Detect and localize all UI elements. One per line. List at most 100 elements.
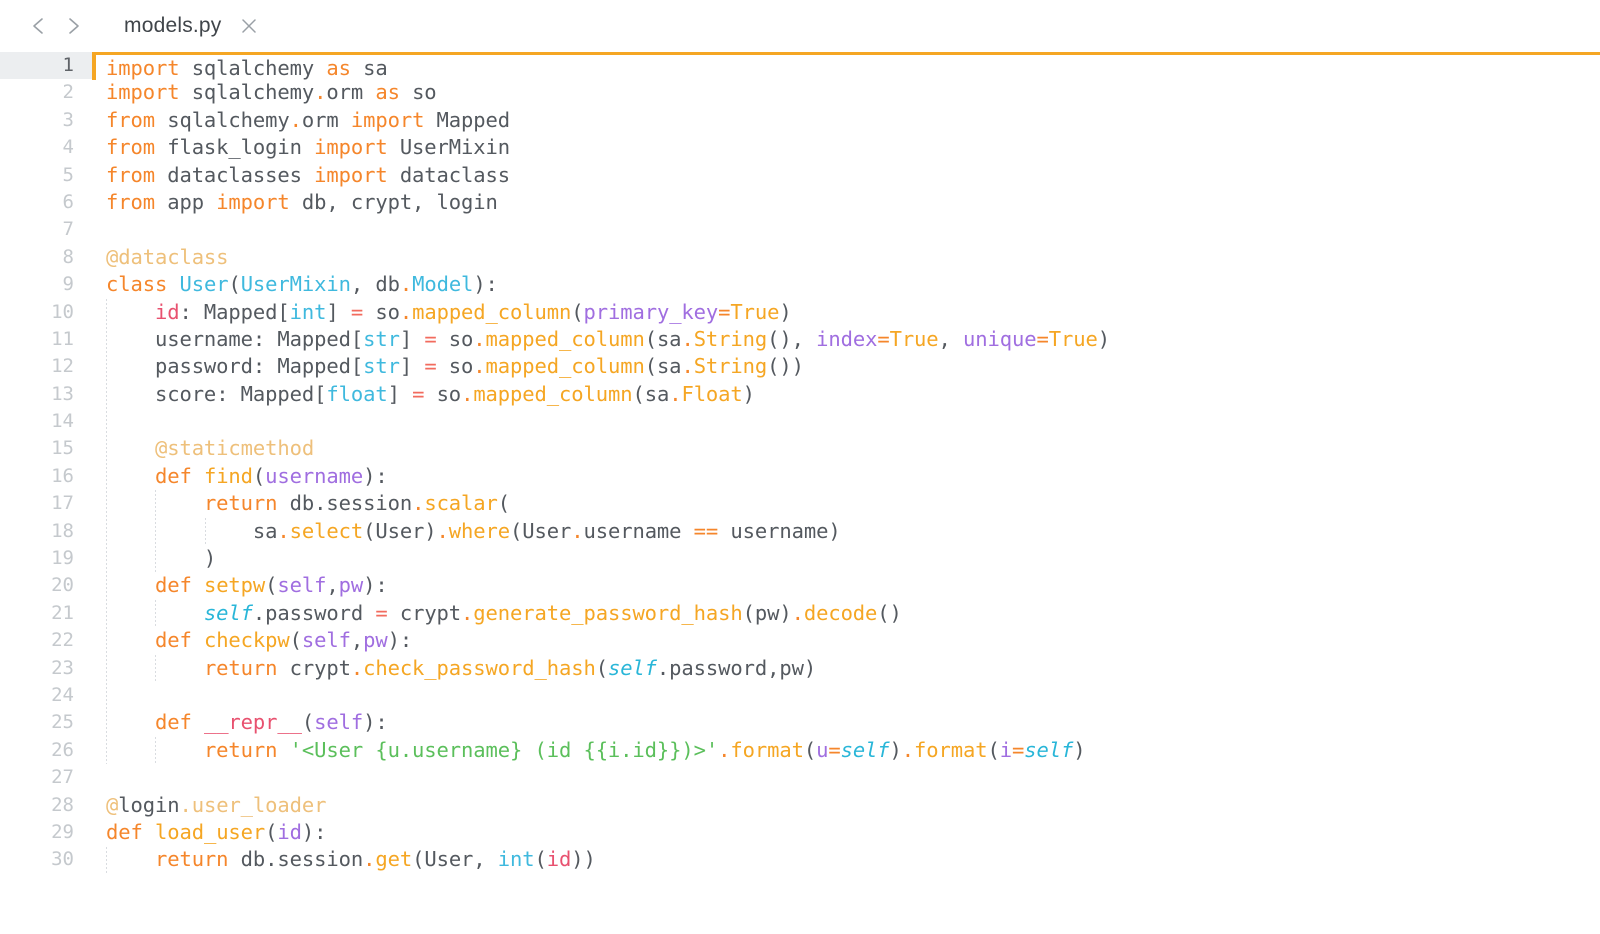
line-number: 25 — [51, 711, 74, 734]
code-text[interactable]: from dataclasses import dataclass — [92, 162, 1600, 189]
code-line[interactable]: 2 import sqlalchemy.orm as so — [0, 79, 1600, 106]
code-text[interactable]: def __repr__(self): — [92, 709, 1600, 736]
code-token: ): — [387, 628, 413, 653]
line-number: 26 — [51, 738, 74, 761]
code-text[interactable]: ) — [92, 545, 1600, 572]
code-line[interactable]: 18 sa.select(User).where(User.username =… — [0, 518, 1600, 545]
code-token: True — [1048, 326, 1098, 351]
code-line[interactable]: 1 import sqlalchemy as sa — [0, 52, 1600, 81]
code-text[interactable]: import sqlalchemy.orm as so — [92, 79, 1600, 106]
code-token: (User) — [363, 518, 437, 543]
line-number: 23 — [51, 656, 74, 679]
code-text[interactable]: id: Mapped[int] = so.mapped_column(prima… — [92, 299, 1600, 326]
code-line[interactable]: 11 username: Mapped[str] = so.mapped_col… — [0, 326, 1600, 353]
code-token: orm — [301, 107, 351, 132]
code-line[interactable]: 12 password: Mapped[str] = so.mapped_col… — [0, 353, 1600, 380]
code-line[interactable]: 29 def load_user(id): — [0, 819, 1600, 846]
code-text[interactable]: username: Mapped[str] = so.mapped_column… — [92, 326, 1600, 353]
code-token: username — [265, 463, 364, 488]
line-number: 15 — [51, 437, 74, 460]
code-token: dataclasses — [154, 162, 315, 187]
code-text[interactable]: from app import db, crypt, login — [92, 189, 1600, 216]
code-token: pw — [338, 573, 364, 598]
code-line[interactable]: 10 id: Mapped[int] = so.mapped_column(pr… — [0, 299, 1600, 326]
code-line[interactable]: 26 return '<User {u.username} (id {{i.id… — [0, 737, 1600, 764]
code-line[interactable]: 23 return crypt.check_password_hash(self… — [0, 655, 1600, 682]
code-line[interactable]: 24 — [0, 682, 1600, 709]
code-line[interactable]: 19 ) — [0, 545, 1600, 572]
code-text[interactable] — [92, 764, 1600, 791]
nav-forward-button[interactable] — [56, 9, 90, 43]
code-token: = — [877, 326, 890, 351]
code-text[interactable]: @login.user_loader — [92, 792, 1600, 819]
code-token: db — [228, 847, 266, 872]
code-text[interactable]: return db.session.get(User, int(id)) — [92, 846, 1600, 873]
code-text[interactable]: @staticmethod — [92, 435, 1600, 462]
code-token: . — [791, 600, 804, 625]
code-text[interactable]: score: Mapped[float] = so.mapped_column(… — [92, 381, 1600, 408]
code-line[interactable]: 17 return db.session.scalar( — [0, 490, 1600, 517]
code-text[interactable] — [92, 682, 1600, 709]
line-number: 2 — [62, 81, 74, 104]
code-text[interactable]: sa.select(User).where(User.username == u… — [92, 518, 1600, 545]
code-text[interactable]: return '<User {u.username} (id {{i.id}})… — [92, 737, 1600, 764]
code-line[interactable]: 21 self.password = crypt.generate_passwo… — [0, 600, 1600, 627]
code-line[interactable]: 7 — [0, 216, 1600, 243]
nav-back-button[interactable] — [22, 9, 56, 43]
code-line[interactable]: 20 def setpw(self,pw): — [0, 572, 1600, 599]
code-text[interactable]: return db.session.scalar( — [92, 490, 1600, 517]
code-token: . — [277, 518, 290, 543]
code-text[interactable]: password: Mapped[str] = so.mapped_column… — [92, 353, 1600, 380]
code-text[interactable]: import sqlalchemy as sa — [92, 52, 1600, 81]
code-text[interactable]: class User(UserMixin, db.Model): — [92, 271, 1600, 298]
code-token: . — [669, 381, 682, 406]
code-text[interactable]: return crypt.check_password_hash(self.pa… — [92, 655, 1600, 682]
code-line[interactable]: 27 — [0, 764, 1600, 791]
close-icon[interactable] — [236, 13, 262, 39]
code-line[interactable]: 25 def __repr__(self): — [0, 709, 1600, 736]
code-line[interactable]: 15 @staticmethod — [0, 435, 1600, 462]
code-line[interactable]: 30 return db.session.get(User, int(id)) — [0, 846, 1600, 873]
code-line[interactable]: 4 from flask_login import UserMixin — [0, 134, 1600, 161]
code-line[interactable]: 14 — [0, 408, 1600, 435]
line-number: 29 — [51, 820, 74, 843]
code-editor[interactable]: 1 import sqlalchemy as sa 2 import sqlalche… — [0, 52, 1600, 934]
code-token: self — [203, 600, 253, 625]
code-line[interactable]: 16 def find(username): — [0, 463, 1600, 490]
code-text[interactable]: def load_user(id): — [92, 819, 1600, 846]
code-text[interactable]: @dataclass — [92, 244, 1600, 271]
code-text[interactable] — [92, 408, 1600, 435]
code-lines[interactable]: 1 import sqlalchemy as sa 2 import sqlalche… — [0, 52, 1600, 874]
code-line[interactable]: 28 @login.user_loader — [0, 792, 1600, 819]
code-text[interactable]: def checkpw(self,pw): — [92, 627, 1600, 654]
line-number: 28 — [51, 793, 74, 816]
code-token: decode — [803, 600, 878, 625]
code-token: (sa — [644, 354, 682, 379]
tab-models-py[interactable]: models.py — [118, 6, 266, 46]
code-line[interactable]: 22 def checkpw(self,pw): — [0, 627, 1600, 654]
code-token: from — [106, 135, 155, 160]
code-token: def — [154, 628, 192, 653]
code-token: ) — [106, 546, 217, 571]
code-token: == — [693, 518, 719, 543]
code-line[interactable]: 9 class User(UserMixin, db.Model): — [0, 271, 1600, 298]
code-token: float — [326, 381, 388, 406]
code-text[interactable]: def setpw(self,pw): — [92, 572, 1600, 599]
code-token: ): — [363, 710, 388, 735]
code-line[interactable]: 6 from app import db, crypt, login — [0, 189, 1600, 216]
code-line[interactable]: 13 score: Mapped[float] = so.mapped_colu… — [0, 381, 1600, 408]
code-token: ) — [779, 299, 792, 324]
code-text[interactable]: from flask_login import UserMixin — [92, 134, 1600, 161]
code-token: user_loader — [191, 792, 327, 817]
code-text[interactable]: from sqlalchemy.orm import Mapped — [92, 107, 1600, 134]
code-token: @ — [106, 792, 119, 817]
code-text[interactable]: self.password = crypt.generate_password_… — [92, 600, 1600, 627]
code-token: unique — [963, 326, 1037, 351]
code-line[interactable]: 3 from sqlalchemy.orm import Mapped — [0, 107, 1600, 134]
code-line[interactable]: 5 from dataclasses import dataclass — [0, 162, 1600, 189]
code-text[interactable] — [92, 216, 1600, 243]
code-text[interactable]: def find(username): — [92, 463, 1600, 490]
code-line[interactable]: 8 @dataclass — [0, 244, 1600, 271]
code-token: ( — [497, 491, 511, 516]
